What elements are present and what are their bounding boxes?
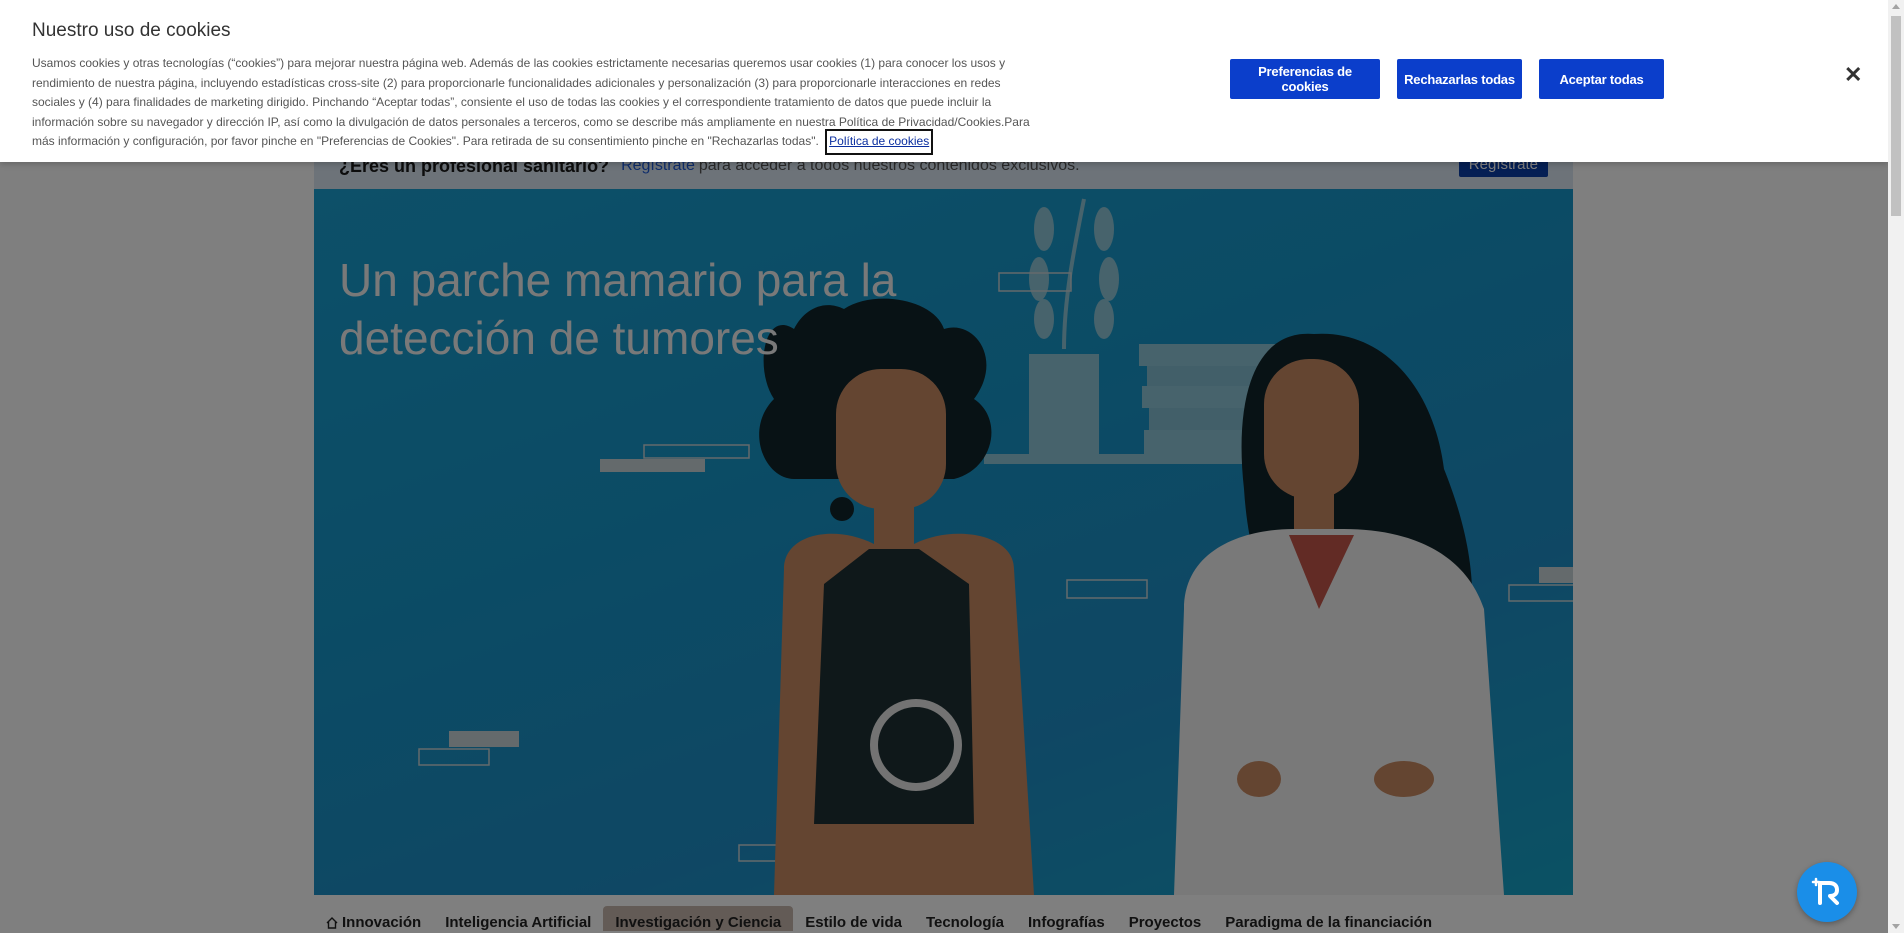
assistant-logo-icon [1811,877,1839,905]
vertical-scrollbar[interactable] [1888,0,1904,933]
scroll-down-arrow-icon[interactable] [1892,924,1900,929]
cookie-banner: Nuestro uso de cookies Usamos cookies y … [0,0,1888,162]
reject-all-button[interactable]: Rechazarlas todas [1397,59,1522,99]
close-icon[interactable]: ✕ [1844,64,1862,86]
cookie-title: Nuestro uso de cookies [32,20,231,41]
cookie-preferences-button[interactable]: Preferencias de cookies [1230,59,1380,99]
scroll-up-arrow-icon[interactable] [1892,4,1900,9]
accept-all-button[interactable]: Aceptar todas [1539,59,1664,99]
scroll-thumb[interactable] [1891,16,1901,216]
cookie-policy-link[interactable]: Política de cookies [825,129,934,155]
cookie-description: Usamos cookies y otras tecnologías (“coo… [32,54,1032,155]
assistant-button[interactable] [1797,862,1857,922]
